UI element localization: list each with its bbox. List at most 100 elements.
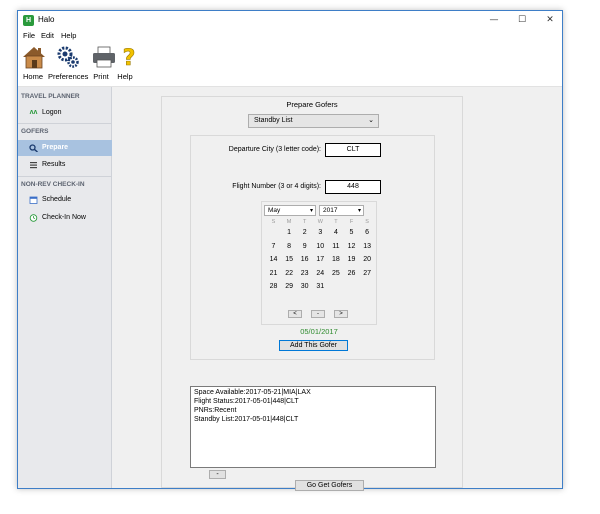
calendar-day[interactable]: 24 [313,270,328,277]
calendar-day[interactable]: 18 [328,256,343,263]
sidebar-item-schedule[interactable]: Schedule [18,192,112,208]
weekday-header: T [303,219,307,225]
help-button[interactable]: ? Help [115,44,135,86]
calendar-day[interactable]: 21 [266,270,281,277]
list-item[interactable]: Flight Status:2017-05-01|448|CLT [194,398,299,405]
calendar-day[interactable]: 10 [313,243,328,250]
selected-date: 05/01/2017 [300,327,338,336]
toolbar: Home Preferences Print ? Help [18,42,562,87]
remove-gofer-button[interactable]: - [209,470,226,479]
date-picker-calendar: May ▾ 2017 ▾ < - > S M T W T F S 1 2 3 4 5 6 7 8 9 10 11 1… [261,201,377,325]
maximize-button[interactable]: ☐ [510,11,534,30]
calendar-day[interactable]: 20 [360,256,375,263]
menu-bar: File Edit Help [18,30,562,42]
close-button[interactable]: ✕ [538,11,562,30]
year-value: 2017 [323,207,338,214]
calendar-day[interactable]: 16 [297,256,312,263]
chevron-down-icon: ⌄ [368,117,374,124]
menu-edit[interactable]: Edit [41,31,54,40]
title-bar: H Halo — ☐ ✕ [18,11,562,30]
svg-text:?: ? [123,46,136,70]
calendar-day[interactable]: 8 [282,243,297,250]
list-icon [30,162,37,169]
next-month-button[interactable]: > [334,310,348,318]
weekday-header: F [349,219,354,225]
prev-month-button[interactable]: < [288,310,302,318]
weekday-header: T [334,219,338,225]
add-gofer-button[interactable]: Add This Gofer [279,340,348,351]
home-icon [23,47,45,69]
departure-city-input[interactable]: CLT [325,143,381,157]
list-item[interactable]: Space Available:2017-05-21|MIA|LAX [194,389,311,396]
weekday-header: W [317,219,323,225]
home-button[interactable]: Home [20,44,46,86]
gofer-form: Departure City (3 letter code): CLT Flig… [190,135,435,360]
flight-number-input[interactable]: 448 [325,180,381,194]
sidebar: TRAVEL PLANNER ʌʌ Logon GOFERS Prepare R… [18,87,112,488]
clock-icon [29,214,38,222]
calendar-day[interactable]: 7 [266,243,281,250]
calendar-day[interactable]: 27 [360,270,375,277]
app-logo-icon: H [23,15,34,26]
calendar-day[interactable]: 14 [266,256,281,263]
calendar-day[interactable]: 4 [328,229,343,236]
sidebar-item-results[interactable]: Results [18,157,112,173]
calendar-day[interactable]: 26 [344,270,359,277]
section-travel-planner: TRAVEL PLANNER [21,93,80,100]
calendar-day[interactable]: 12 [344,243,359,250]
today-button[interactable]: - [311,310,325,318]
calendar-day[interactable]: 22 [282,270,297,277]
chevron-down-icon: ▾ [357,208,361,214]
sidebar-item-label: Logon [42,109,62,116]
calendar-day[interactable]: 15 [282,256,297,263]
month-select[interactable]: May ▾ [264,205,316,216]
weekday-header: M [286,219,292,225]
calendar-day[interactable]: 31 [313,283,328,290]
month-value: May [268,207,281,214]
calendar-day[interactable]: 2 [297,229,312,236]
menu-file[interactable]: File [23,31,35,40]
calendar-day[interactable]: 29 [282,283,297,290]
preferences-label: Preferences [48,72,89,81]
gofers-list[interactable]: Space Available:2017-05-21|MIA|LAX Flight… [190,386,436,468]
list-item[interactable]: PNRs:Recent [194,407,236,414]
calendar-day[interactable]: 17 [313,256,328,263]
minimize-button[interactable]: — [482,11,506,30]
chevron-down-icon: ▾ [309,208,313,214]
calendar-day[interactable]: 23 [297,270,312,277]
sidebar-item-label: Results [42,161,66,168]
gofer-type-select[interactable]: Standby List ⌄ [248,114,379,128]
departure-label: Departure City (3 letter code): [228,146,321,153]
sidebar-item-label: Check-In Now [42,214,86,221]
calendar-day[interactable]: 1 [282,229,297,236]
sidebar-item-label: Schedule [42,196,72,203]
calendar-day[interactable]: 25 [328,270,343,277]
menu-help[interactable]: Help [61,31,76,40]
print-label: Print [93,72,109,81]
gofer-type-value: Standby List [254,117,293,124]
calendar-day[interactable]: 28 [266,283,281,290]
calendar-day[interactable]: 13 [360,243,375,250]
calendar-day[interactable]: 11 [328,243,343,250]
flight-number-label: Flight Number (3 or 4 digits): [232,183,321,190]
sidebar-item-check-in-now[interactable]: Check-In Now [18,210,112,226]
home-label: Home [22,72,43,81]
calendar-day[interactable]: 5 [344,229,359,236]
go-get-gofers-button[interactable]: Go Get Gofers [295,480,364,491]
print-button[interactable]: Print [90,44,115,86]
preferences-button[interactable]: Preferences [48,44,88,86]
sidebar-item-logon[interactable]: ʌʌ Logon [18,105,112,121]
year-select[interactable]: 2017 ▾ [319,205,364,216]
calendar-day[interactable]: 9 [297,243,312,250]
help-label: Help [117,72,133,81]
calendar-day[interactable]: 3 [313,229,328,236]
weekday-header: S [365,219,369,225]
calendar-day[interactable]: 30 [297,283,312,290]
sidebar-item-label: Prepare [42,144,69,151]
calendar-day[interactable]: 19 [344,256,359,263]
calendar-day[interactable]: 6 [360,229,375,236]
sidebar-item-prepare[interactable]: Prepare [18,140,112,156]
window-title: Halo [38,15,55,24]
list-item[interactable]: Standby List:2017-05-01|448|CLT [194,416,298,423]
section-gofers: GOFERS [21,128,49,135]
